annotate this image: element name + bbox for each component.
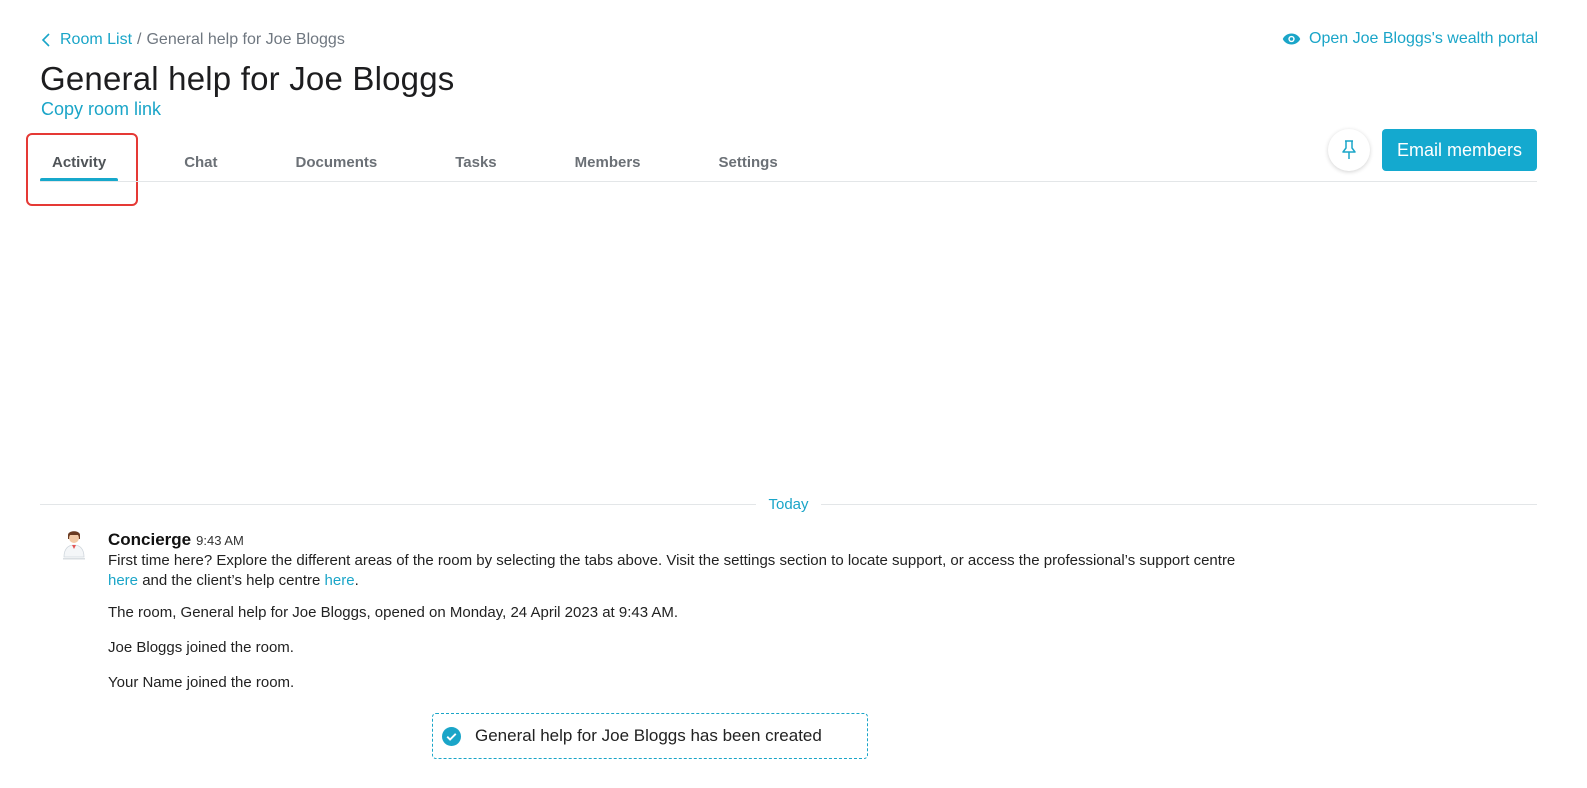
divider-line-right [820,503,1537,505]
breadcrumb-separator: / [137,31,142,48]
message-sender: Concierge [108,530,192,549]
breadcrumb-current: General help for Joe Bloggs [146,31,345,48]
pin-button[interactable] [1328,129,1370,171]
message-time: 9:43 AM [196,533,244,548]
concierge-message: Concierge 9:43 AM First time here? Explo… [108,530,1258,591]
professional-support-link[interactable]: here [108,572,138,589]
divider-line-left [40,503,757,505]
check-circle-icon [442,726,461,746]
message-header: Concierge 9:43 AM [108,530,1258,550]
chevron-left-icon[interactable] [41,32,55,48]
message-text-1: First time here? Explore the different a… [108,552,1236,569]
email-members-button[interactable]: Email members [1382,129,1537,171]
tabs-divider [40,181,1537,182]
message-text-3: . [354,572,359,589]
message-body: First time here? Explore the different a… [108,551,1258,591]
tab-documents[interactable]: Documents [284,146,390,182]
copy-room-link[interactable]: Copy room link [41,99,161,120]
breadcrumb: Room List / General help for Joe Bloggs [41,31,345,49]
page-title: General help for Joe Bloggs [40,60,455,97]
room-created-toast: General help for Joe Bloggs has been cre… [432,713,868,759]
pin-icon [1342,140,1356,159]
tab-activity[interactable]: Activity [40,146,119,182]
day-label: Today [768,495,809,513]
event-you-joined: Your Name joined the room. [108,674,295,691]
portal-link-label: Open Joe Bloggs's wealth portal [1309,30,1538,47]
event-joe-joined: Joe Bloggs joined the room. [108,639,294,656]
tab-tasks[interactable]: Tasks [443,146,508,182]
event-room-opened: The room, General help for Joe Bloggs, o… [108,604,679,621]
tab-settings[interactable]: Settings [707,146,790,182]
day-divider: Today [40,495,1537,513]
client-help-link[interactable]: here [325,572,355,589]
message-text-2: and the client’s help centre [138,572,325,589]
toast-message: General help for Joe Bloggs has been cre… [475,726,822,745]
open-wealth-portal-link[interactable]: Open Joe Bloggs's wealth portal [1282,30,1538,48]
breadcrumb-room-list-link[interactable]: Room List [60,31,132,49]
concierge-avatar [60,527,88,561]
room-tabs: Activity Chat Documents Tasks Members Se… [40,146,844,182]
tab-chat[interactable]: Chat [172,146,229,182]
tab-members[interactable]: Members [563,146,653,182]
eye-icon [1282,33,1301,45]
